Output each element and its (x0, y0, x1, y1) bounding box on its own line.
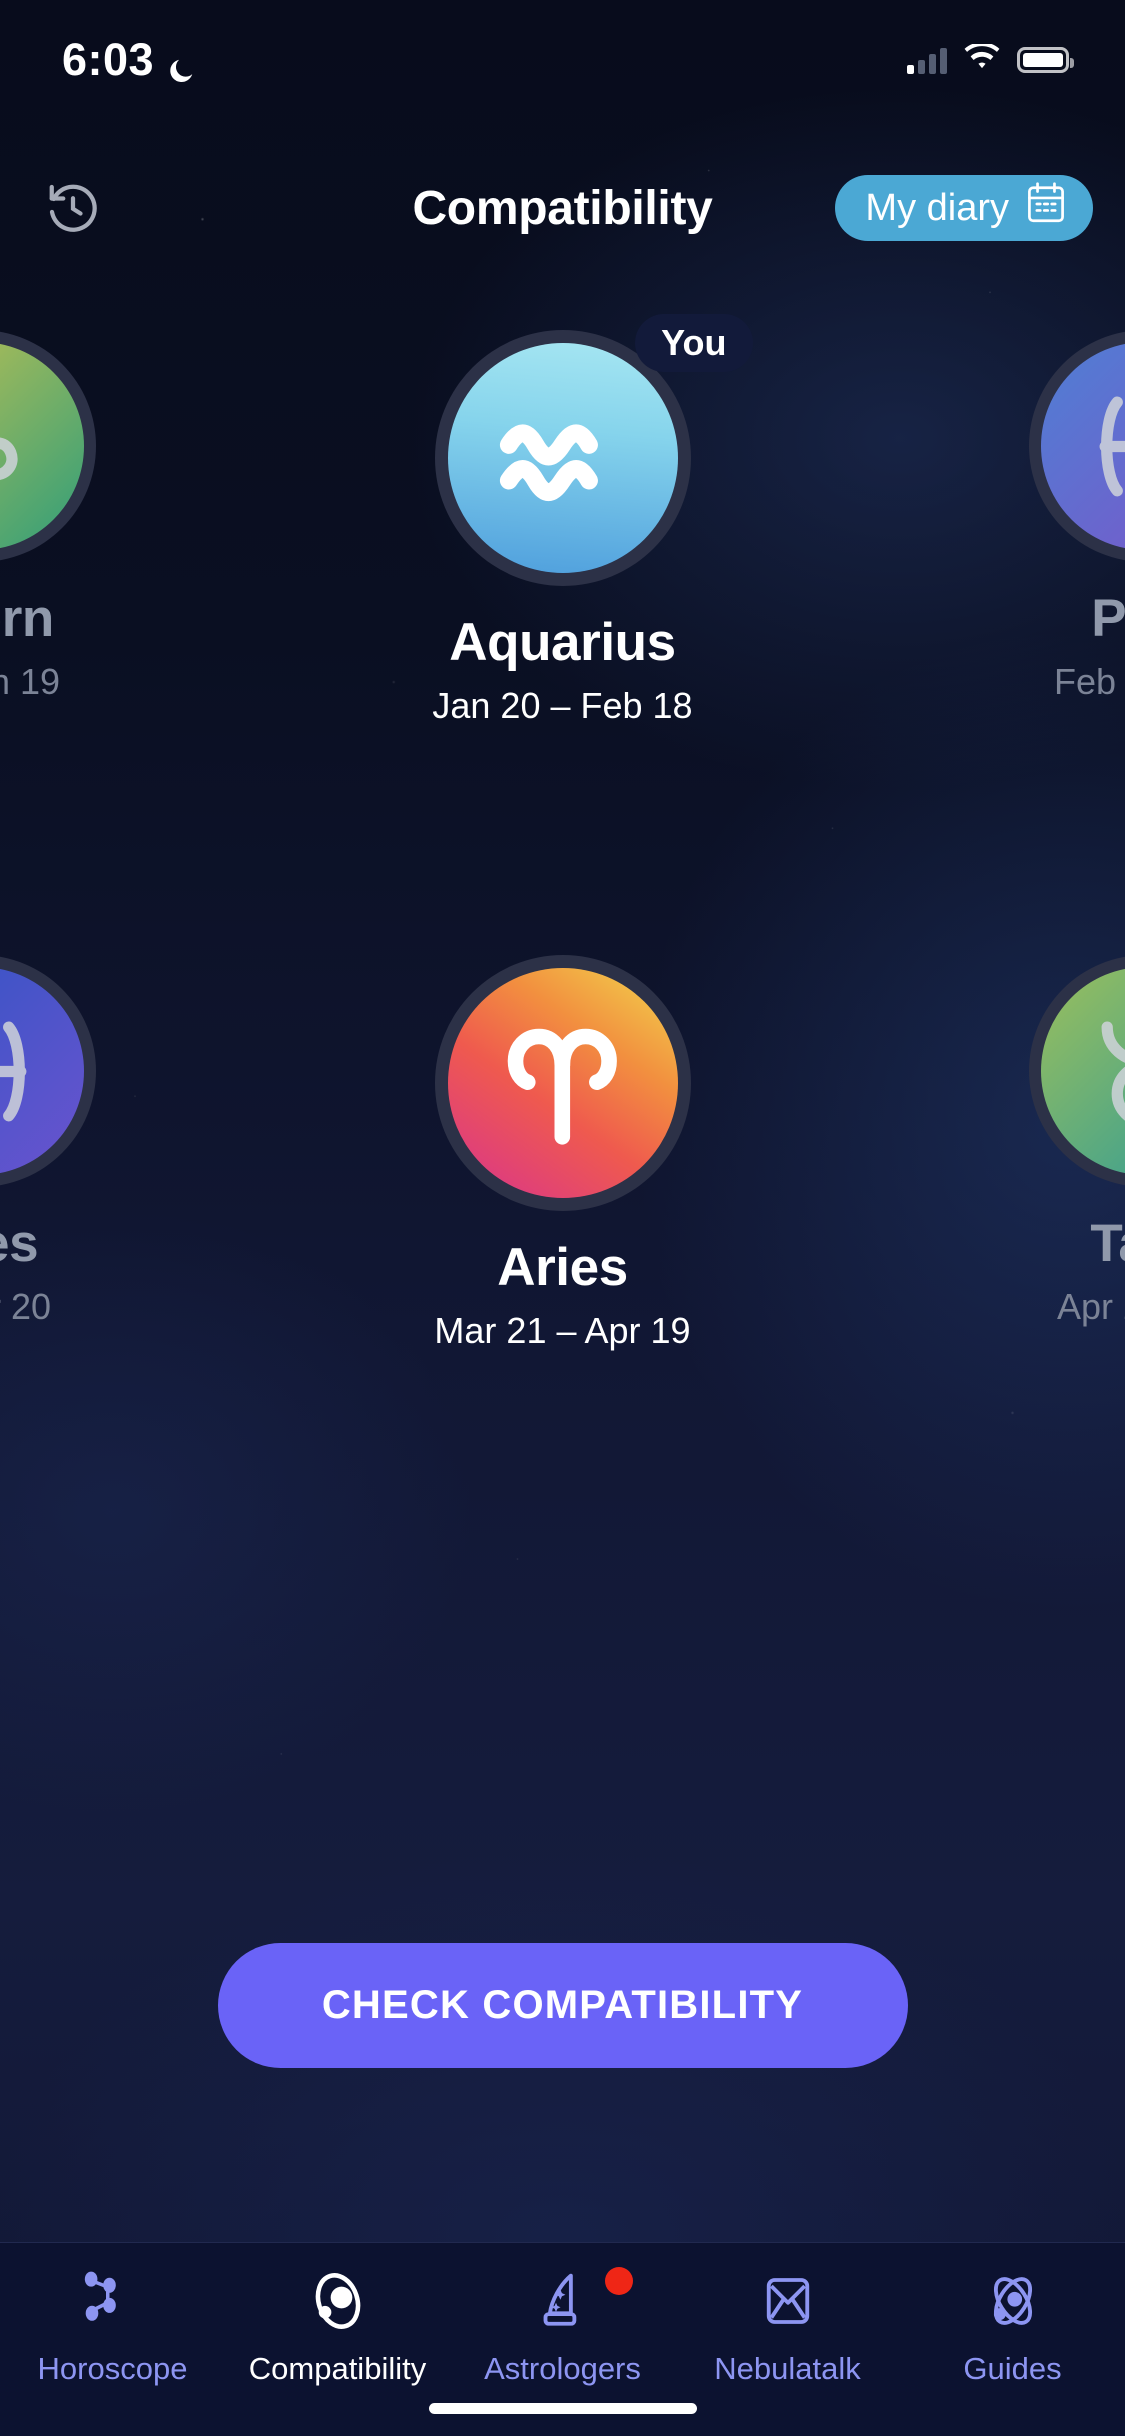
calendar-icon (1025, 181, 1067, 235)
zodiac-disc-pisces (0, 967, 84, 1175)
zodiac-name: Aries (497, 1238, 628, 1297)
tab-compatibility[interactable]: Compatibility (225, 2265, 450, 2387)
zodiac-dates: Jan 20 – Feb 18 (432, 685, 693, 726)
status-bar-left: 6:03 (62, 34, 196, 86)
zodiac-card-next[interactable]: Taur Apr 20 – M (1005, 955, 1125, 1328)
zodiac-dates: Apr 20 – M (1056, 1286, 1125, 1327)
zodiac-name: Taur (1090, 1214, 1125, 1273)
tab-label: Compatibility (248, 2351, 427, 2386)
history-rewind-icon[interactable] (34, 169, 112, 247)
zodiac-dates: Mar 21 – Apr 19 (434, 1310, 691, 1351)
zodiac-ring (434, 955, 691, 1211)
constellation-icon (78, 2265, 148, 2337)
home-indicator (428, 2403, 697, 2414)
zodiac-name: Aquarius (449, 613, 676, 672)
cellular-signal-icon (907, 46, 947, 74)
zodiac-disc-aquarius (447, 343, 678, 573)
wifi-icon (963, 41, 1001, 77)
zodiac-card-selected-aquarius[interactable]: You Aquarius Jan 20 – Feb 18 (353, 314, 773, 727)
wizard-hat-icon (528, 2265, 598, 2337)
crescent-moon-icon (166, 45, 196, 82)
astrologers-notification-badge (605, 2267, 633, 2295)
zodiac-disc-taurus (1041, 967, 1125, 1175)
zodiac-name: sces (0, 1214, 39, 1273)
atom-icon (978, 2265, 1048, 2337)
zodiac-ring: You (434, 314, 753, 586)
zodiac-disc-aries (447, 968, 678, 1198)
my-diary-button[interactable]: My diary (835, 175, 1093, 241)
zodiac-ring (1029, 330, 1125, 562)
status-bar-right (907, 41, 1074, 77)
tab-horoscope[interactable]: Horoscope (0, 2265, 225, 2387)
zodiac-dates: – Mar 20 (0, 1286, 52, 1327)
zodiac-card-selected-aries[interactable]: Aries Mar 21 – Apr 19 (353, 955, 773, 1352)
zodiac-disc-capricorn (0, 342, 84, 550)
tab-label: Astrologers (484, 2351, 641, 2386)
tab-label: Horoscope (37, 2351, 188, 2386)
zodiac-name: ricorn (0, 589, 54, 648)
zodiac-dates: Feb 19 – M (1053, 661, 1125, 702)
battery-icon (1017, 47, 1074, 73)
tab-astrologers[interactable]: Astrologers (450, 2265, 675, 2387)
zodiac-dates: 2 - Jan 19 (0, 661, 61, 702)
status-bar: 6:03 (0, 0, 1125, 120)
zodiac-ring (0, 330, 96, 562)
zodiac-card-prev[interactable]: sces – Mar 20 (0, 955, 120, 1328)
zodiac-ring (1029, 955, 1125, 1187)
check-compatibility-button[interactable]: CHECK COMPATIBILITY (217, 1943, 908, 2068)
zodiac-name: Pisc (1091, 589, 1125, 648)
tab-guides[interactable]: Guides (900, 2265, 1125, 2387)
zodiac-ring (0, 955, 96, 1187)
your-sign-carousel[interactable]: ricorn 2 - Jan 19 You Aquarius Jan 20 – … (0, 314, 1125, 850)
zodiac-card-prev[interactable]: ricorn 2 - Jan 19 (0, 330, 120, 703)
status-bar-time: 6:03 (62, 34, 155, 85)
partner-sign-carousel[interactable]: sces – Mar 20 Aries Mar 21 – Apr 19 (0, 955, 1125, 1475)
tab-label: Nebulatalk (714, 2351, 861, 2386)
planet-orbit-icon (303, 2265, 373, 2337)
you-badge: You (635, 314, 753, 372)
tab-nebulatalk[interactable]: Nebulatalk (675, 2265, 900, 2387)
check-compatibility-label: CHECK COMPATIBILITY (321, 1983, 804, 2027)
zodiac-disc-pisces (1041, 342, 1125, 550)
envelope-icon (753, 2265, 823, 2337)
zodiac-card-next[interactable]: Pisc Feb 19 – M (1005, 330, 1125, 703)
my-diary-label: My diary (865, 186, 1009, 229)
tab-label: Guides (963, 2351, 1062, 2386)
nav-header: Compatibility My diary (0, 158, 1125, 258)
app-screen: 6:03 Compatibility My diary rn 19 You Aq… (0, 0, 1125, 2436)
